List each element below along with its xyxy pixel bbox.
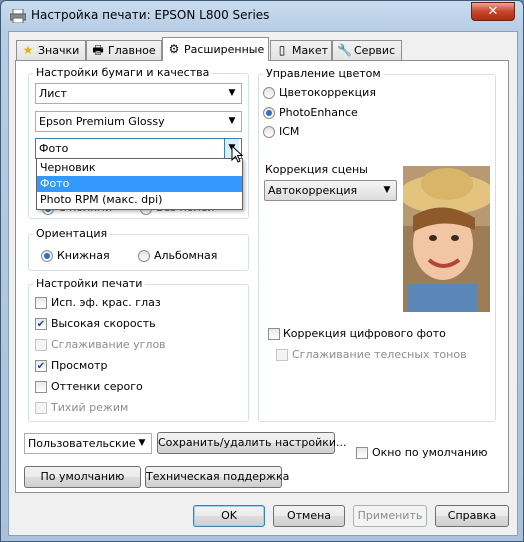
title-bar[interactable]: Настройка печати: EPSON L800 Series ✕ (1, 1, 524, 31)
red-eye-label: Исп. эф. крас. глаз (51, 296, 161, 309)
scene-correction-value: Автокоррекция (268, 184, 358, 197)
quality-option-photo-rpm[interactable]: Photo RPM (макс. dpi) (37, 192, 242, 208)
window-title: Настройка печати: EPSON L800 Series (31, 8, 270, 22)
gear-icon: ⚙ (168, 42, 180, 56)
digital-photo-fix-label: Коррекция цифрового фото (283, 327, 446, 340)
red-eye-checkbox[interactable] (35, 297, 47, 309)
grayscale-checkbox[interactable] (35, 381, 47, 393)
quality-value: Фото (39, 142, 69, 155)
tab-service[interactable]: 🔧 Сервис (332, 40, 402, 60)
digital-photo-fix-checkbox[interactable] (268, 328, 280, 340)
color-correction-label: Цветокоррекция (279, 86, 376, 99)
quality-option-photo[interactable]: Фото (37, 176, 242, 192)
skin-tone-smoothing-label: Сглаживание телесных тонов (292, 348, 467, 361)
paper-type-value: Epson Premium Glossy (39, 115, 165, 128)
tab-layout[interactable]: ▯ Макет (270, 40, 332, 60)
color-management-label: Управление цветом (263, 67, 384, 80)
print-settings-label: Настройки печати (33, 277, 146, 290)
tab-label: Главное (108, 44, 156, 57)
paper-quality-label: Настройки бумаги и качества (33, 66, 213, 79)
icm-radio[interactable] (263, 126, 275, 138)
tab-advanced[interactable]: ⚙ Расширенные (162, 37, 269, 61)
save-delete-settings-button[interactable]: Сохранить/удалить настройки... (157, 432, 347, 454)
color-correction-radio[interactable] (263, 87, 275, 99)
landscape-label: Альбомная (154, 249, 218, 262)
tab-label: Макет (292, 44, 329, 57)
help-button[interactable]: Справка (435, 505, 509, 527)
orientation-label: Ориентация (33, 227, 111, 240)
scene-correction-label: Коррекция сцены (265, 163, 368, 176)
tab-label: Значки (38, 44, 80, 57)
cancel-button[interactable]: Отмена (273, 505, 345, 527)
default-window-checkbox[interactable] (356, 447, 368, 459)
star-icon: ★ (22, 43, 34, 57)
apply-button[interactable]: Применить (353, 505, 427, 527)
chevron-down-icon: ▼ (138, 438, 146, 448)
wrench-icon: 🔧 (337, 43, 352, 57)
restore-defaults-button[interactable]: По умолчанию (24, 466, 141, 488)
ok-button[interactable]: OK (193, 505, 265, 527)
paper-source-value: Лист (39, 87, 67, 100)
photoenhance-label: PhotoEnhance (279, 106, 358, 119)
tab-label: Расширенные (184, 43, 265, 56)
close-button[interactable]: ✕ (471, 2, 515, 21)
printer-icon (10, 9, 26, 23)
portrait-label: Книжная (57, 249, 110, 262)
quiet-mode-label: Тихий режим (51, 401, 129, 414)
quiet-mode-checkbox[interactable] (35, 402, 47, 414)
paper-source-select[interactable]: Лист ▼ (35, 83, 242, 104)
grayscale-label: Оттенки серого (51, 380, 143, 393)
icm-label: ICM (279, 125, 300, 138)
tab-icons[interactable]: ★ Значки (16, 40, 86, 60)
child-photo-image (403, 166, 490, 312)
quality-option-draft[interactable]: Черновик (37, 160, 242, 176)
chevron-down-icon: ▼ (228, 116, 236, 126)
printer-icon: 🖶 (92, 43, 104, 57)
technical-support-button[interactable]: Техническая поддержка (145, 466, 289, 488)
high-speed-label: Высокая скорость (51, 317, 156, 330)
landscape-radio[interactable] (138, 250, 150, 262)
preset-value: Пользовательские (28, 437, 136, 450)
tab-main[interactable]: 🖶 Главное (86, 40, 162, 60)
edge-smoothing-label: Сглаживание углов (51, 338, 166, 351)
paper-type-select[interactable]: Epson Premium Glossy ▼ (35, 111, 242, 132)
tab-label: Сервис (354, 44, 396, 57)
mouse-cursor-icon (231, 145, 244, 163)
default-window-label: Окно по умолчанию (372, 446, 488, 459)
chevron-down-icon: ▼ (228, 88, 236, 98)
quality-select[interactable]: Фото ▼ (35, 138, 242, 159)
high-speed-checkbox[interactable]: ✔ (35, 318, 47, 330)
page-icon: ▯ (278, 43, 286, 57)
preset-select[interactable]: Пользовательские ▼ (24, 433, 152, 454)
skin-tone-smoothing-checkbox[interactable] (276, 349, 288, 361)
preview-label: Просмотр (51, 359, 108, 372)
portrait-radio[interactable] (41, 250, 53, 262)
quality-dropdown-list: Черновик Фото Photo RPM (макс. dpi) (36, 158, 243, 210)
preview-photo (403, 166, 490, 312)
photoenhance-radio[interactable] (263, 107, 275, 119)
scene-correction-select[interactable]: Автокоррекция ▼ (264, 180, 397, 201)
chevron-down-icon: ▼ (383, 185, 391, 195)
preview-checkbox[interactable]: ✔ (35, 360, 47, 372)
edge-smoothing-checkbox[interactable] (35, 339, 47, 351)
